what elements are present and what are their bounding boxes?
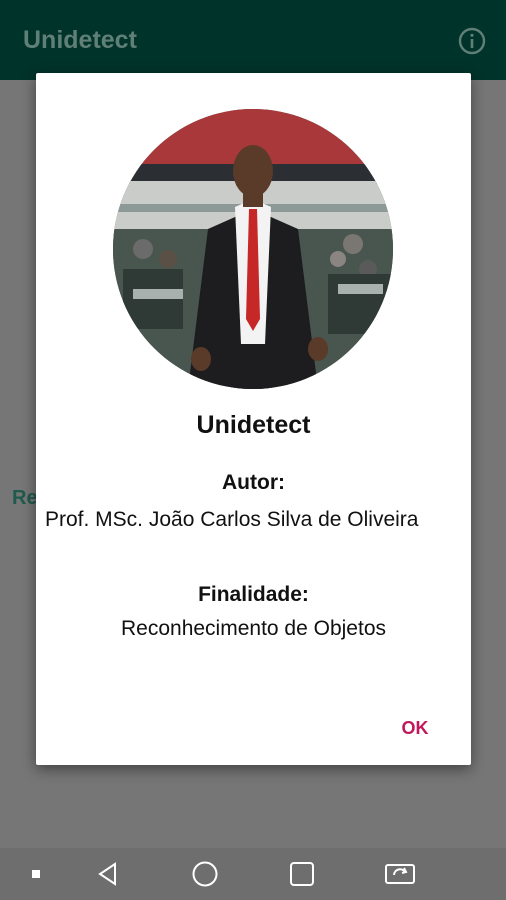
about-dialog: Unidetect Autor: Prof. MSc. João Carlos … bbox=[36, 73, 471, 765]
background-partial-label: Re bbox=[12, 487, 38, 509]
purpose-value: Reconhecimento de Objetos bbox=[121, 617, 386, 640]
app-title: Unidetect bbox=[23, 26, 137, 54]
navigation-bar bbox=[0, 848, 506, 900]
ok-button[interactable]: OK bbox=[390, 713, 440, 743]
back-icon[interactable] bbox=[90, 848, 126, 900]
purpose-label: Finalidade: bbox=[198, 583, 309, 606]
dot-icon[interactable] bbox=[24, 848, 48, 900]
info-icon[interactable] bbox=[458, 27, 486, 55]
home-icon[interactable] bbox=[187, 848, 223, 900]
author-label: Autor: bbox=[222, 471, 285, 494]
app-bar: Unidetect bbox=[0, 0, 506, 80]
author-photo bbox=[113, 109, 393, 389]
recents-icon[interactable] bbox=[284, 848, 320, 900]
dialog-title: Unidetect bbox=[196, 411, 311, 439]
author-value: Prof. MSc. João Carlos Silva de Oliveira bbox=[45, 508, 419, 531]
screen-rotate-icon[interactable] bbox=[380, 848, 420, 900]
